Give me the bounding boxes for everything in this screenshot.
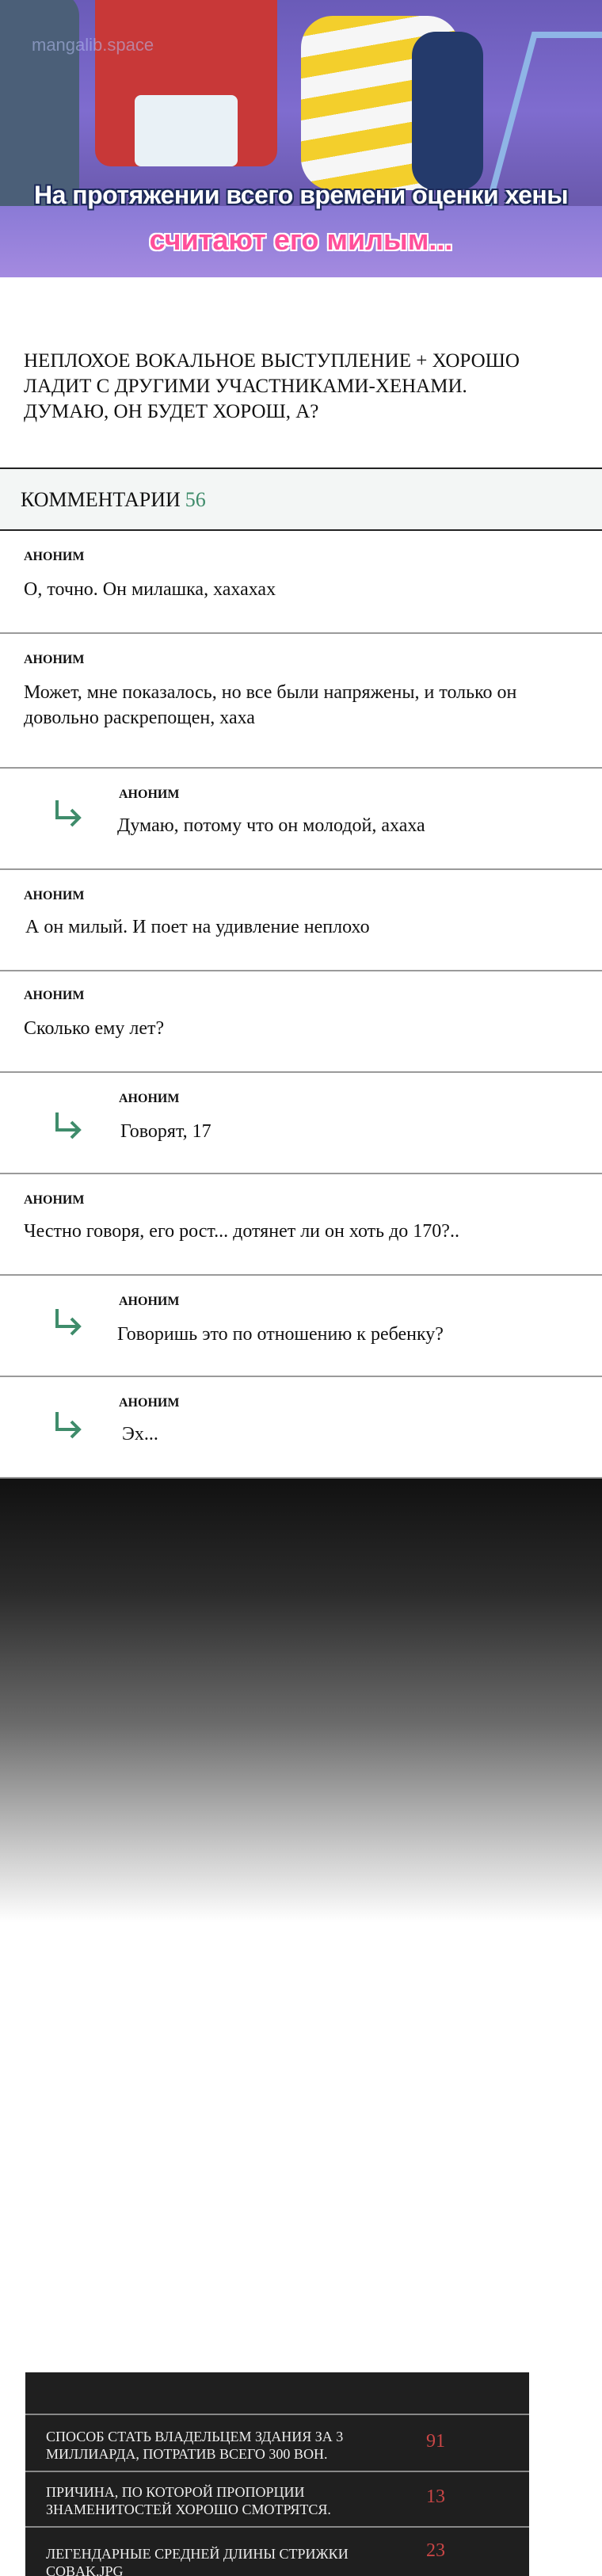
transition-gradient <box>0 1479 602 1922</box>
list-item-count: 13 <box>426 2486 445 2507</box>
comment-text: Может, мне показалось, но все были напря… <box>24 682 517 728</box>
comment-author: Аноним <box>24 889 85 903</box>
comment-author: Аноним <box>119 1092 180 1105</box>
reply-arrow-icon <box>55 1112 82 1139</box>
comment-item: Аноним Честно говоря, его рост... дотяне… <box>0 1174 602 1276</box>
reply-item: Аноним Думаю, потому что он молодой, аха… <box>0 769 602 870</box>
list-item-count: 91 <box>426 2431 445 2452</box>
list-item-title: Легендарные средней длины стрижки Cobak.… <box>46 2546 349 2576</box>
reply-item: Аноним Говорят, 17 <box>0 1073 602 1174</box>
comment-author: Аноним <box>119 1295 180 1308</box>
comments-header: Комментарии 56 <box>0 467 602 531</box>
comment-author: Аноним <box>119 1396 180 1410</box>
comment-text: А он милый. И поет на удивление неплохо <box>25 917 370 937</box>
reply-arrow-icon <box>55 800 82 827</box>
comment-author: Аноним <box>24 989 85 1002</box>
list-item[interactable]: Способ стать владельцем здания за 3 милл… <box>25 2414 529 2471</box>
comment-item: Аноним О, точно. Он милашка, хахахах <box>0 531 602 634</box>
comment-text: О, точно. Он милашка, хахахах <box>24 579 276 600</box>
trending-list-panel: Способ стать владельцем здания за 3 милл… <box>25 2372 529 2576</box>
comment-text: Думаю, потому что он молодой, ахаха <box>117 815 425 836</box>
comment-item: Аноним Сколько ему лет? <box>0 971 602 1073</box>
comment-author: Аноним <box>24 550 85 563</box>
comment-author: Аноним <box>119 788 180 801</box>
comment-text: Говоришь это по отношению к ребенку? <box>117 1324 444 1345</box>
comment-item: Аноним А он милый. И поет на удивление н… <box>0 870 602 971</box>
reply-item: Аноним Говоришь это по отношению к ребен… <box>0 1276 602 1377</box>
comment-text: Сколько ему лет? <box>24 1018 165 1039</box>
panel-caption-line1: На протяжении всего времени оценки хены <box>33 181 569 209</box>
list-item-title: Причина, по которой пропорции знаменитос… <box>46 2484 331 2517</box>
backpack <box>412 32 483 190</box>
list-item-count: 23 <box>426 2540 445 2561</box>
comment-author: Аноним <box>24 653 85 666</box>
reply-item: Аноним Эх... <box>0 1377 602 1479</box>
list-item[interactable]: Легендарные средней длины стрижки Cobak.… <box>25 2526 529 2576</box>
comic-panel: mangalib.space На протяжении всего време… <box>0 0 602 277</box>
comments-title: Комментарии <box>21 488 181 511</box>
watermark: mangalib.space <box>32 35 154 55</box>
comment-author: Аноним <box>24 1193 85 1207</box>
comments-label: Комментарии 56 <box>21 488 206 512</box>
comment-text: Честно говоря, его рост... дотянет ли он… <box>24 1221 459 1242</box>
comment-text: Говорят, 17 <box>120 1121 211 1142</box>
comment-item: Аноним Может, мне показалось, но все был… <box>0 634 602 769</box>
comment-text: Эх... <box>122 1424 158 1444</box>
list-item-title: Способ стать владельцем здания за 3 милл… <box>46 2429 344 2462</box>
panel-caption-line2: считают его милым... <box>149 223 453 256</box>
intro-text: Неплохое вокальное выступление + хорошо … <box>24 350 520 422</box>
reply-arrow-icon <box>55 1412 82 1439</box>
comments-count: 56 <box>185 488 206 511</box>
shirt-print <box>135 95 238 166</box>
reply-arrow-icon <box>55 1309 82 1336</box>
list-item[interactable]: Причина, по которой пропорции знаменитос… <box>25 2471 529 2526</box>
